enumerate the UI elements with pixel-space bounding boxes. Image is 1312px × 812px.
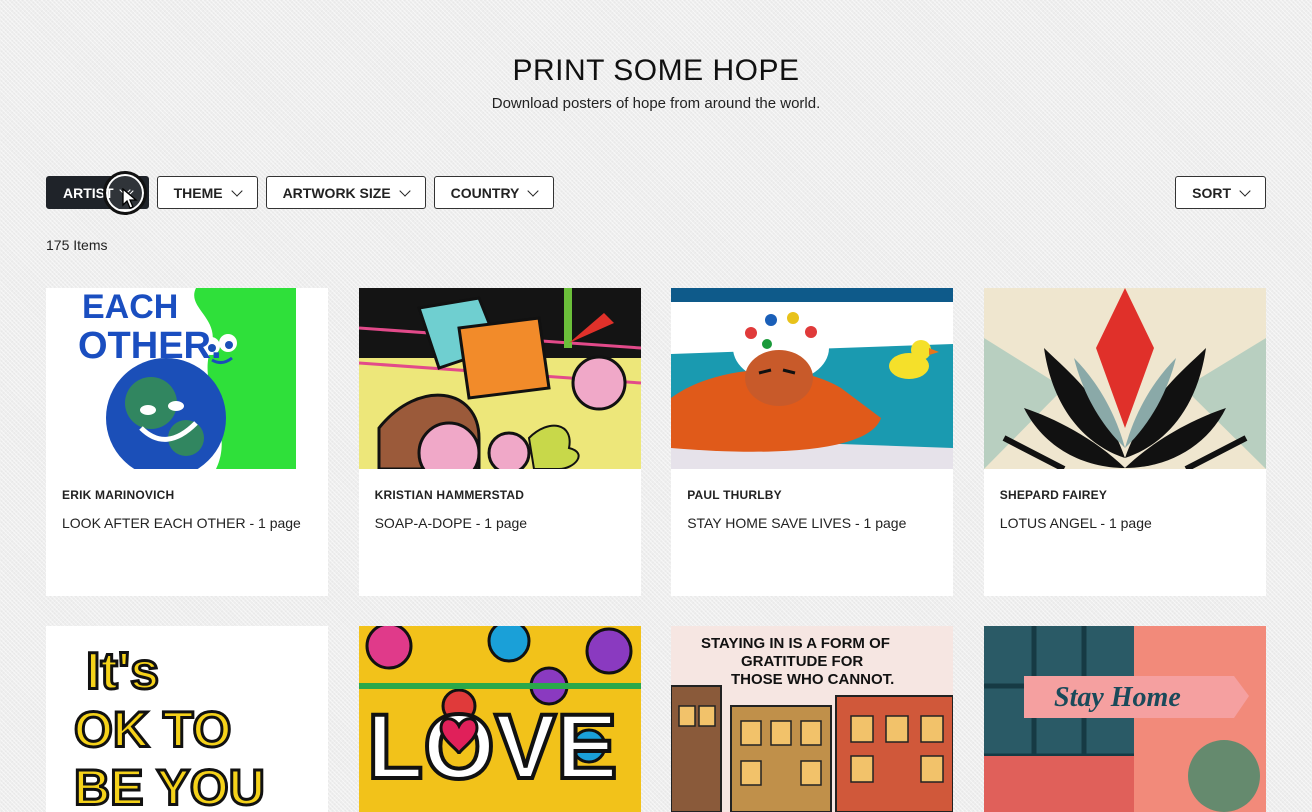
poster-title[interactable]: LOTUS ANGEL - 1 page — [1000, 515, 1250, 531]
poster-thumbnail[interactable] — [671, 288, 954, 469]
chevron-down-icon — [399, 184, 411, 197]
poster-thumbnail[interactable]: Stay Home — [983, 626, 1266, 812]
page-subtitle: Download posters of hope from around the… — [491, 95, 821, 112]
artist-name: KRISTIAN HAMMERSTAD — [374, 488, 525, 502]
sort-button[interactable]: SORT — [1175, 176, 1266, 209]
poster-thumbnail[interactable]: STAYING IN IS A FORM OF GRATITUDE FOR TH… — [671, 626, 954, 812]
filter-theme-label: THEME — [173, 184, 223, 201]
poster-title[interactable]: SOAP-A-DOPE - 1 page — [375, 515, 625, 531]
artist-name: PAUL THURLBY — [687, 488, 782, 502]
item-count: 175 Items — [46, 237, 108, 253]
poster-title[interactable]: LOOK AFTER EACH OTHER - 1 page — [62, 515, 312, 531]
chevron-down-icon — [527, 184, 540, 197]
hero: PRINT SOME HOPE Download posters of hope… — [0, 53, 1312, 112]
poster-card[interactable]: STAYING IN IS A FORM OF GRATITUDE FOR TH… — [671, 626, 954, 812]
filter-country-button[interactable]: COUNTRY — [433, 176, 555, 209]
artist-name: SHEPARD FAIREY — [999, 488, 1108, 502]
poster-art-text: Stay Home — [1054, 682, 1181, 713]
poster-thumbnail[interactable]: EACH OTHER. — [46, 288, 328, 469]
artist-name: ERIK MARINOVICH — [62, 488, 175, 502]
poster-card[interactable]: Stay Home — [983, 626, 1266, 812]
poster-card[interactable]: LOVE — [358, 626, 641, 812]
poster-art-text: It's — [86, 643, 159, 701]
filter-theme-button[interactable]: THEME — [156, 176, 258, 209]
poster-card[interactable]: SHEPARD FAIREY LOTUS ANGEL - 1 page — [983, 288, 1266, 596]
chevron-down-icon — [1239, 184, 1251, 197]
poster-card[interactable]: It's OK TO BE YOU — [46, 626, 328, 812]
page: PRINT SOME HOPE Download posters of hope… — [0, 0, 1312, 812]
poster-art-text: THOSE WHO CANNOT. — [731, 671, 894, 688]
poster-art-text: OK TO — [74, 702, 231, 758]
poster-title[interactable]: STAY HOME SAVE LIVES - 1 page — [687, 515, 937, 531]
poster-art-text: EACH — [82, 288, 178, 326]
poster-card[interactable]: PAUL THURLBY STAY HOME SAVE LIVES - 1 pa… — [671, 288, 954, 596]
page-title: PRINT SOME HOPE — [512, 54, 800, 87]
poster-grid: EACH OTHER. ERIK MARINOVICH LOOK AFTER E… — [46, 288, 1266, 812]
poster-art-text: OTHER. — [78, 325, 222, 367]
sort-label: SORT — [1192, 184, 1231, 201]
filter-artwork-size-button[interactable]: ARTWORK SIZE — [265, 176, 426, 209]
poster-art-text: STAYING IN IS A FORM OF — [701, 635, 890, 652]
poster-art-text: BE YOU — [74, 760, 265, 812]
poster-thumbnail[interactable]: LOVE — [358, 626, 641, 812]
mouse-pointer-icon — [122, 188, 138, 209]
poster-art-text: LOVE — [367, 696, 617, 798]
poster-thumbnail[interactable]: It's OK TO BE YOU — [46, 626, 328, 812]
poster-thumbnail[interactable] — [358, 288, 641, 469]
filter-artwork-size-label: ARTWORK SIZE — [282, 184, 391, 201]
poster-art-text: GRATITUDE FOR — [741, 653, 863, 670]
filter-country-label: COUNTRY — [450, 184, 520, 201]
poster-card[interactable]: EACH OTHER. ERIK MARINOVICH LOOK AFTER E… — [46, 288, 328, 596]
chevron-down-icon — [230, 184, 243, 197]
poster-thumbnail[interactable] — [983, 288, 1266, 469]
poster-card[interactable]: KRISTIAN HAMMERSTAD SOAP-A-DOPE - 1 page — [358, 288, 641, 596]
